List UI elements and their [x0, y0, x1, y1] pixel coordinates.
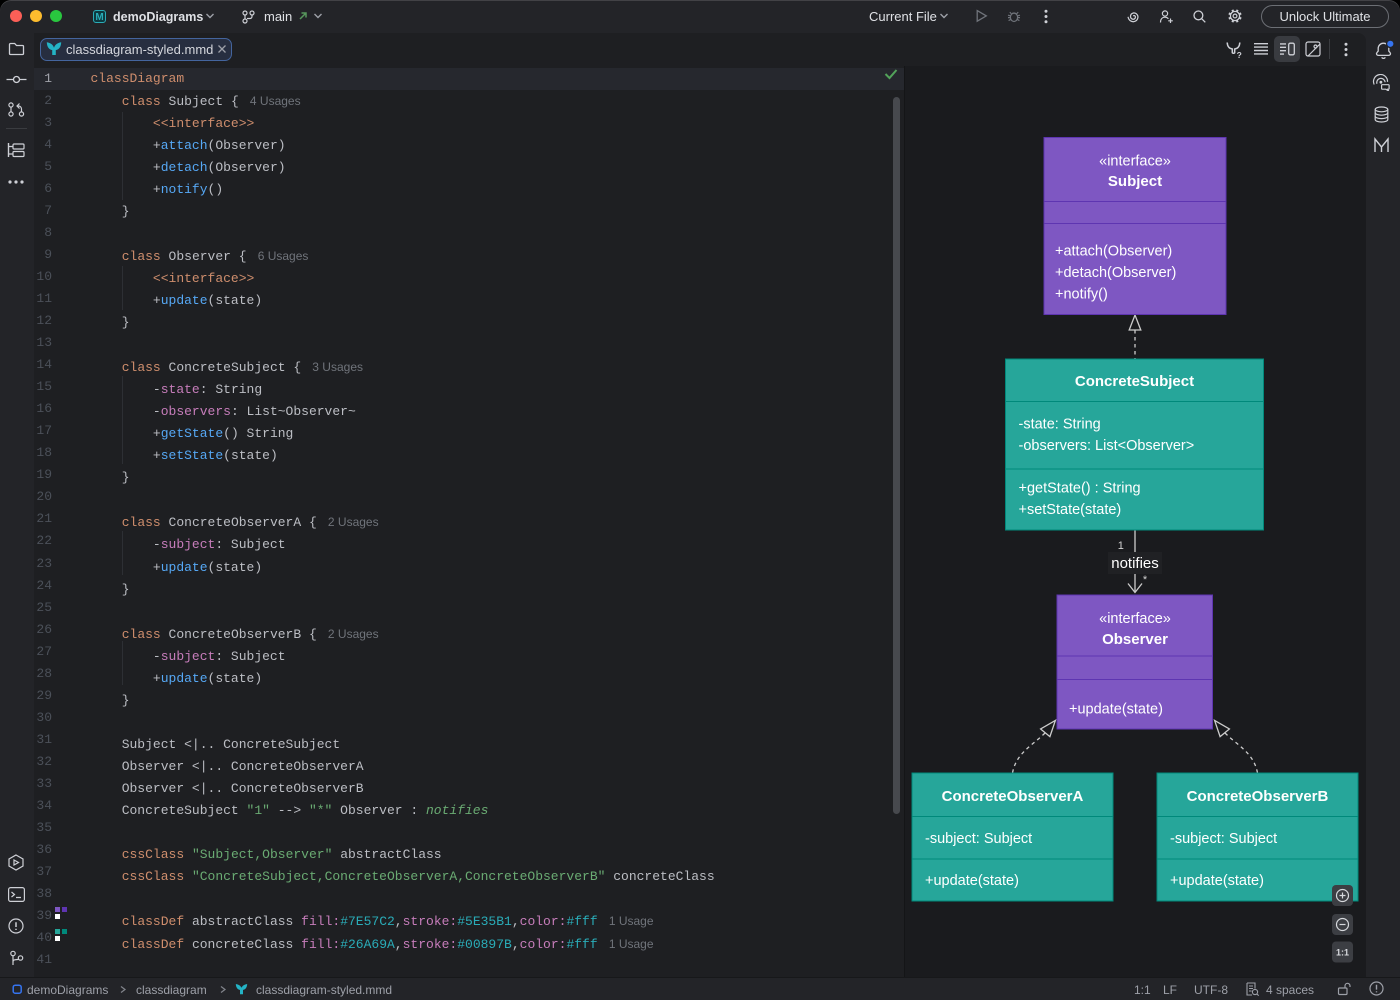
svg-text:1: 1 — [1118, 540, 1124, 552]
svg-text:ConcreteSubject: ConcreteSubject — [1075, 373, 1194, 390]
svg-text:«interface»: «interface» — [1099, 154, 1171, 170]
svg-text:-subject: Subject: -subject: Subject — [925, 831, 1032, 847]
svg-text:ConcreteObserverB: ConcreteObserverB — [1187, 788, 1329, 805]
svg-text:+detach(Observer): +detach(Observer) — [1055, 265, 1176, 281]
svg-text:ConcreteObserverA: ConcreteObserverA — [942, 788, 1084, 805]
svg-text:+notify(): +notify() — [1055, 287, 1108, 303]
svg-text:Observer: Observer — [1102, 631, 1168, 648]
svg-text:1:1: 1:1 — [1336, 948, 1349, 958]
svg-text:+update(state): +update(state) — [1069, 702, 1163, 718]
svg-text:+setState(state): +setState(state) — [1019, 502, 1122, 518]
svg-text:M: M — [95, 12, 103, 23]
svg-text:Subject: Subject — [1108, 173, 1162, 190]
svg-text:+update(state): +update(state) — [925, 873, 1019, 889]
svg-text:-subject: Subject: -subject: Subject — [1170, 831, 1277, 847]
svg-text:*: * — [1143, 574, 1148, 586]
svg-text:-observers: List<Observer>: -observers: List<Observer> — [1019, 438, 1195, 454]
svg-text:notifies: notifies — [1111, 555, 1159, 572]
svg-text:«interface»: «interface» — [1099, 611, 1171, 627]
svg-text:-state: String: -state: String — [1019, 417, 1101, 433]
svg-text:+update(state): +update(state) — [1170, 873, 1264, 889]
svg-text:?: ? — [1237, 50, 1242, 59]
svg-text:+getState() : String: +getState() : String — [1019, 481, 1141, 497]
svg-text:+attach(Observer): +attach(Observer) — [1055, 244, 1172, 260]
